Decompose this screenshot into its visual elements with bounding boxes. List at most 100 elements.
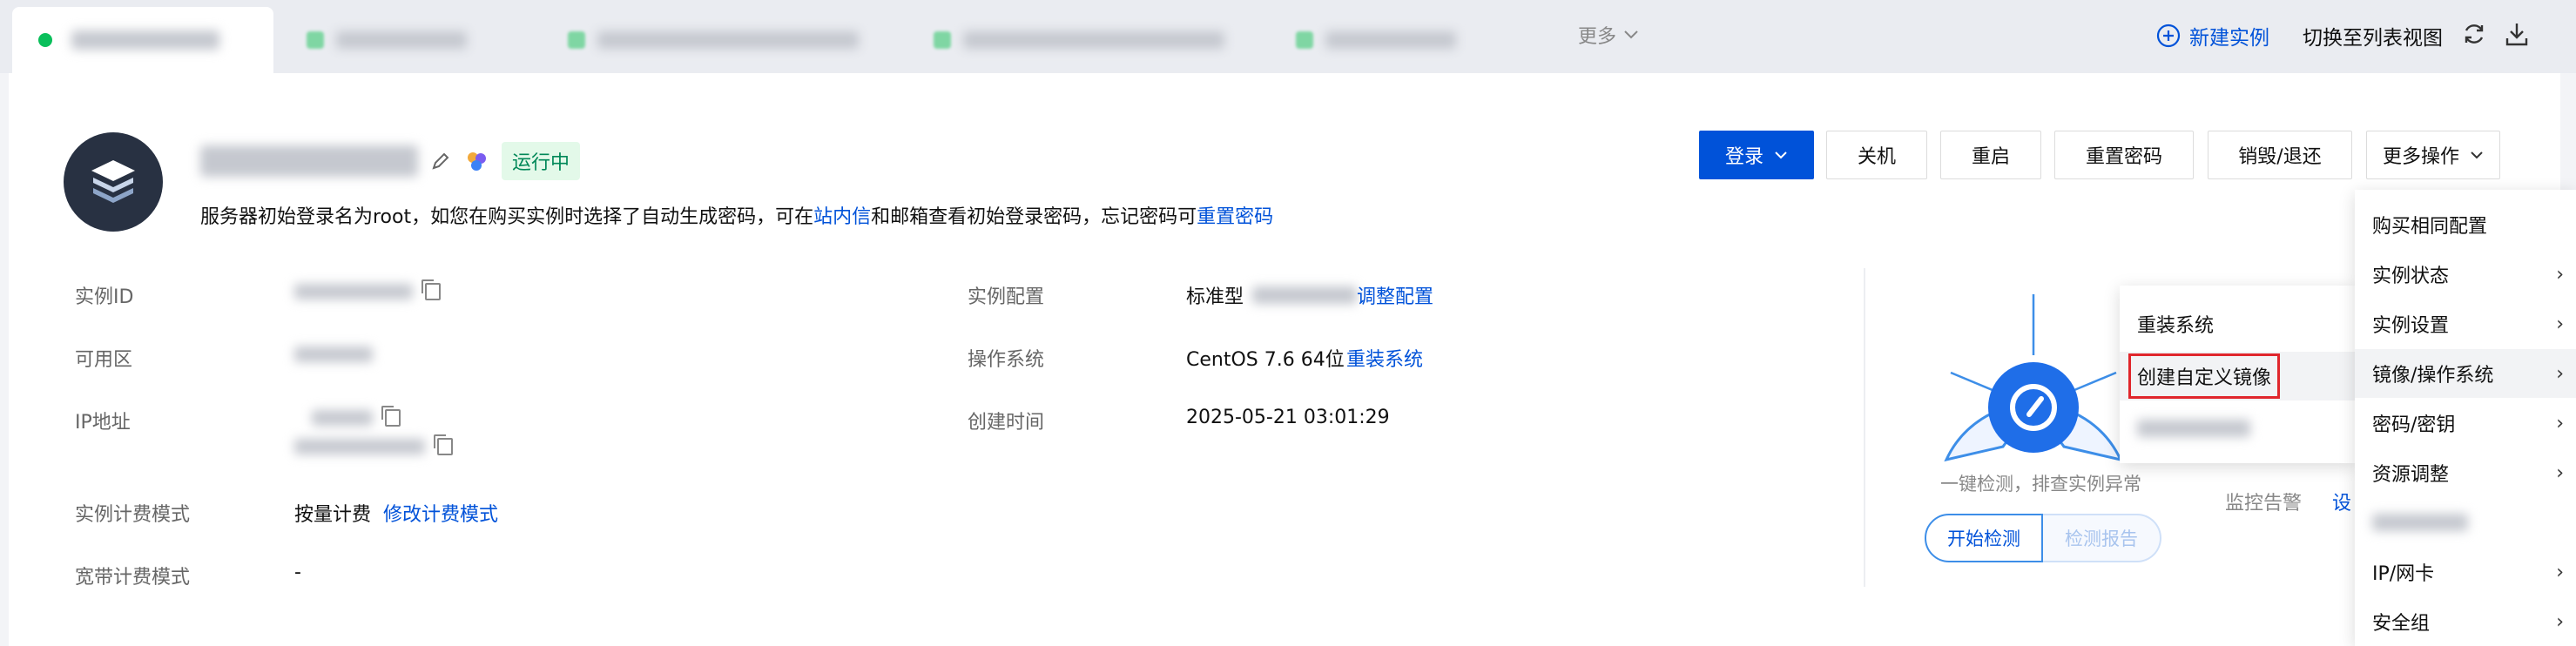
menu-item-blurred[interactable] [2355, 498, 2576, 547]
menu-password-key[interactable]: 密码/密钥 › [2355, 399, 2576, 447]
reset-password-link[interactable]: 重置密码 [1197, 206, 1273, 228]
bandwidth-billing-value: - [294, 562, 301, 583]
monitor-alarm-label: 监控告警 [2225, 493, 2303, 515]
menu-item-label: 镜像/操作系统 [2372, 365, 2494, 387]
chevron-right-icon: › [2556, 313, 2564, 335]
copy-icon[interactable] [421, 279, 441, 300]
site-message-link[interactable]: 站内信 [813, 206, 871, 228]
new-instance-button[interactable]: 新建实例 [2156, 21, 2269, 50]
tab-label-blurred [597, 31, 859, 49]
menu-resource-adjust[interactable]: 资源调整 › [2355, 448, 2576, 497]
adjust-config-link[interactable]: 调整配置 [1357, 281, 1433, 309]
reinstall-os-link[interactable]: 重装系统 [1346, 344, 1423, 372]
chevron-down-icon [1624, 30, 1638, 39]
tab-instance-3[interactable] [568, 7, 859, 73]
more-tabs-dropdown[interactable]: 更多 [1578, 21, 1639, 49]
ip-blurred [312, 410, 373, 426]
instance-id-label: 实例ID [75, 286, 134, 308]
ip-blurred [294, 439, 425, 454]
initial-login-notice: 服务器初始登录名为root，如您在购买实例时选择了自动生成密码，可在站内信和邮箱… [200, 201, 1273, 229]
menu-item-label: 实例设置 [2372, 315, 2450, 337]
menu-item-label: 密码/密钥 [2372, 414, 2456, 436]
new-instance-label: 新建实例 [2189, 27, 2269, 50]
instance-icon [568, 31, 585, 49]
refresh-button[interactable] [2461, 21, 2487, 47]
more-operations-label: 更多操作 [2382, 146, 2459, 168]
copy-icon[interactable] [381, 406, 401, 427]
instance-id-value [294, 279, 441, 300]
notice-text: 和邮箱查看初始登录密码，忘记密码可 [871, 206, 1197, 228]
edit-pencil-icon[interactable] [430, 151, 451, 172]
more-operations-menu: 购买相同配置 实例状态 › 实例设置 › 镜像/操作系统 › 密码/密钥 › 资源调整 ›… [2355, 190, 2576, 646]
instance-name-blurred [71, 30, 219, 50]
config-spec-blurred [1252, 286, 1358, 304]
menu-item-blurred-text [2372, 514, 2468, 531]
highlight-annotation-box [2128, 353, 2280, 399]
tab-instance-4[interactable] [934, 7, 1224, 73]
download-button[interactable] [2505, 21, 2529, 47]
reset-password-button[interactable]: 重置密码 [2054, 131, 2194, 179]
menu-instance-settings[interactable]: 实例设置 › [2355, 299, 2576, 348]
created-time-label: 创建时间 [968, 412, 1045, 434]
health-check-gauge [1944, 294, 2123, 462]
billing-mode-label: 实例计费模式 [75, 504, 191, 526]
ip-address-label: IP地址 [75, 412, 131, 434]
menu-buy-same-config[interactable]: 购买相同配置 [2355, 200, 2576, 249]
server-stack-icon [91, 160, 135, 203]
tab-instance-2[interactable] [307, 7, 467, 73]
login-button[interactable]: 登录 [1699, 131, 1814, 179]
billing-mode-value: 按量计费 [294, 504, 372, 526]
instance-config-value: 标准型 [1186, 281, 1358, 309]
zone-blurred [294, 347, 373, 362]
submenu-item-blurred[interactable] [2120, 404, 2355, 453]
menu-image-os[interactable]: 镜像/操作系统 › [2355, 349, 2576, 398]
health-check-actions: 开始检测 检测报告 [1925, 514, 2161, 562]
tab-current-instance[interactable] [12, 7, 273, 73]
agent-plugin-icon[interactable] [463, 148, 489, 174]
tab-label-blurred [963, 31, 1224, 49]
os-label: 操作系统 [968, 349, 1045, 371]
destroy-label: 销毁/退还 [2238, 146, 2322, 168]
tab-label-blurred [1325, 31, 1456, 49]
more-operations-button[interactable]: 更多操作 [2366, 131, 2500, 179]
instance-config-label: 实例配置 [968, 286, 1045, 308]
login-label: 登录 [1724, 146, 1763, 168]
switch-list-view-button[interactable]: 切换至列表视图 [2303, 21, 2443, 50]
submenu-reinstall-os[interactable]: 重装系统 [2120, 299, 2355, 348]
menu-item-label: 安全组 [2372, 613, 2431, 635]
created-time-value: 2025-05-21 03:01:29 [1186, 407, 1390, 428]
tab-instance-5[interactable] [1296, 7, 1456, 73]
instance-tab-bar: 更多 新建实例 切换至列表视图 [0, 0, 2576, 73]
restart-button[interactable]: 重启 [1940, 131, 2041, 179]
menu-item-label: 购买相同配置 [2372, 216, 2488, 238]
monitor-setting-link[interactable]: 设 [2332, 488, 2351, 515]
plus-circle-icon [2156, 24, 2181, 48]
os-value: CentOS 7.6 64位 [1186, 349, 1345, 371]
menu-instance-status[interactable]: 实例状态 › [2355, 250, 2576, 299]
zone-label: 可用区 [75, 349, 133, 371]
running-status-badge: 运行中 [502, 142, 581, 180]
chevron-right-icon: › [2556, 561, 2564, 583]
zone-value [294, 346, 373, 367]
menu-item-label: 实例状态 [2372, 266, 2450, 287]
destroy-return-button[interactable]: 销毁/退还 [2208, 131, 2352, 179]
modify-billing-link[interactable]: 修改计费模式 [383, 499, 498, 527]
copy-icon[interactable] [434, 434, 453, 455]
more-tabs-label: 更多 [1578, 26, 1617, 48]
bandwidth-billing-label: 宽带计费模式 [75, 567, 191, 589]
submenu-item-blurred-text [2137, 420, 2250, 437]
instance-icon [307, 31, 324, 49]
start-check-button[interactable]: 开始检测 [1925, 514, 2043, 562]
shutdown-button[interactable]: 关机 [1826, 131, 1927, 179]
download-icon [2505, 24, 2528, 46]
refresh-icon [2465, 24, 2484, 44]
shutdown-label: 关机 [1857, 146, 1896, 168]
menu-ip-nic[interactable]: IP/网卡 › [2355, 548, 2576, 596]
menu-security-group[interactable]: 安全组 › [2355, 597, 2576, 646]
tab-label-blurred [336, 31, 467, 49]
instance-title-row: 运行中 [200, 142, 581, 180]
check-report-button[interactable]: 检测报告 [2043, 514, 2161, 562]
instance-icon [1296, 31, 1313, 49]
instance-name-blurred [200, 145, 418, 177]
instance-avatar [64, 132, 163, 232]
